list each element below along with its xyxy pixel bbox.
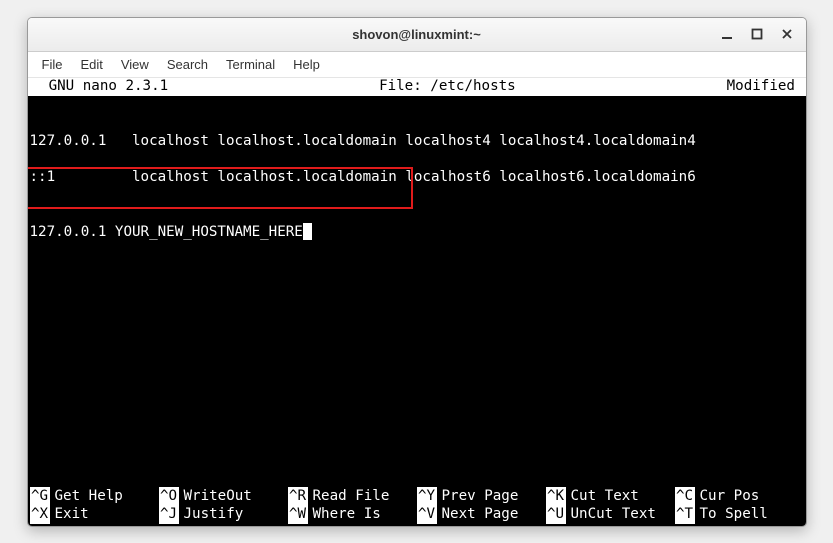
menu-help[interactable]: Help xyxy=(285,54,328,75)
window-title: shovon@linuxmint:~ xyxy=(28,27,806,42)
shortcut-prev-page: ^YPrev Page xyxy=(417,487,546,505)
editor-line: ::1 localhost localhost.localdomain loca… xyxy=(30,168,804,186)
minimize-button[interactable] xyxy=(714,23,740,45)
menu-terminal[interactable]: Terminal xyxy=(218,54,283,75)
menu-search[interactable]: Search xyxy=(159,54,216,75)
nano-modified: Modified xyxy=(727,78,806,96)
maximize-button[interactable] xyxy=(744,23,770,45)
shortcut-to-spell: ^TTo Spell xyxy=(675,505,804,523)
nano-header: GNU nano 2.3.1 File: /etc/hosts Modified xyxy=(28,78,806,96)
nano-content[interactable]: 127.0.0.1 localhost localhost.localdomai… xyxy=(28,96,806,296)
nano-shortcuts: ^GGet Help ^OWriteOut ^RRead File ^YPrev… xyxy=(28,487,806,525)
shortcut-cut-text: ^KCut Text xyxy=(546,487,675,505)
text-cursor xyxy=(303,223,312,240)
shortcut-get-help: ^GGet Help xyxy=(30,487,159,505)
window-controls xyxy=(714,23,800,45)
editor-line: 127.0.0.1 localhost localhost.localdomai… xyxy=(30,132,804,150)
nano-filename: File: /etc/hosts xyxy=(379,78,516,96)
shortcut-writeout: ^OWriteOut xyxy=(159,487,288,505)
shortcut-next-page: ^VNext Page xyxy=(417,505,546,523)
menu-edit[interactable]: Edit xyxy=(72,54,110,75)
shortcut-read-file: ^RRead File xyxy=(288,487,417,505)
shortcut-exit: ^XExit xyxy=(30,505,159,523)
shortcut-cur-pos: ^CCur Pos xyxy=(675,487,804,505)
menu-view[interactable]: View xyxy=(113,54,157,75)
menu-file[interactable]: File xyxy=(34,54,71,75)
terminal-window: shovon@linuxmint:~ File Edit View Search… xyxy=(27,17,807,527)
titlebar: shovon@linuxmint:~ xyxy=(28,18,806,52)
shortcut-uncut-text: ^UUnCut Text xyxy=(546,505,675,523)
close-button[interactable] xyxy=(774,23,800,45)
terminal-area[interactable]: GNU nano 2.3.1 File: /etc/hosts Modified… xyxy=(28,78,806,526)
nano-version: GNU nano 2.3.1 xyxy=(28,78,169,96)
menubar: File Edit View Search Terminal Help xyxy=(28,52,806,78)
shortcut-justify: ^JJustify xyxy=(159,505,288,523)
editor-line: 127.0.0.1 YOUR_NEW_HOSTNAME_HERE xyxy=(30,223,804,241)
shortcut-where-is: ^WWhere Is xyxy=(288,505,417,523)
